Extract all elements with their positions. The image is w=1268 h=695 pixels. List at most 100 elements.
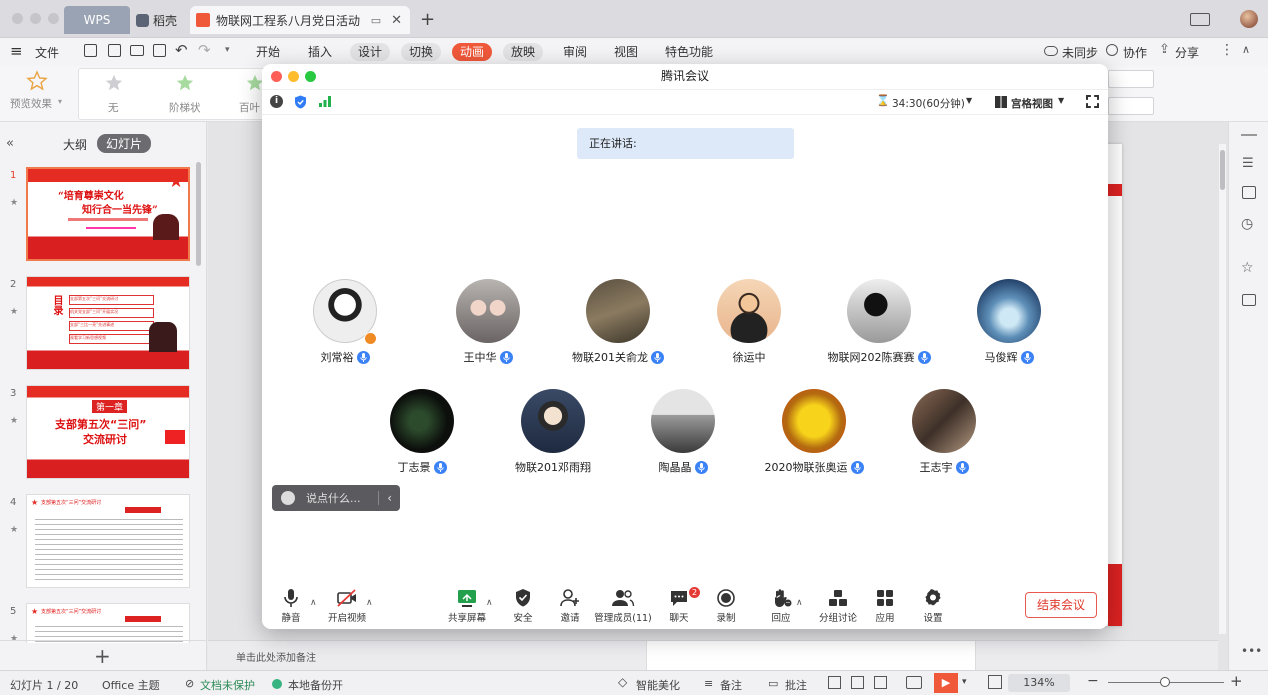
animation-pane-icon[interactable]: ☆	[1241, 260, 1254, 276]
window-close-button[interactable]	[12, 13, 23, 24]
sorter-view-icon[interactable]	[851, 676, 864, 689]
ribbon-tab-features[interactable]: 特色功能	[657, 43, 721, 61]
end-meeting-button[interactable]: 结束会议	[1025, 592, 1097, 618]
window-layout-icon[interactable]	[1190, 13, 1210, 26]
slide-thumbnail-2[interactable]: 目录 支部第五次“三问”交流研讨 机关党支部“三问”开展实况 支部“三比一亮”先…	[26, 276, 190, 370]
print-icon[interactable]	[130, 45, 144, 56]
meeting-timer[interactable]: 34:30(60分钟)	[892, 96, 965, 111]
collapse-panel-icon[interactable]: «	[6, 136, 14, 151]
file-menu[interactable]: 文件	[35, 44, 59, 61]
preview-effect-button[interactable]: 预览效果	[10, 96, 52, 111]
window-minimize-button[interactable]	[30, 13, 41, 24]
new-tab-icon[interactable]: +	[420, 9, 435, 30]
comments-button[interactable]: 批注	[785, 677, 807, 693]
style-icon[interactable]	[1242, 186, 1256, 199]
share-icon[interactable]: ⇪	[1159, 42, 1170, 57]
notes-button[interactable]: 备注	[720, 677, 742, 693]
ribbon-tab-animation[interactable]: 动画	[452, 43, 493, 61]
tab-document[interactable]: 物联网工程系八月党日活动 ▭ ✕	[190, 6, 410, 34]
save-icon[interactable]	[84, 44, 97, 57]
protection-status[interactable]: 文档未保护	[200, 677, 255, 693]
timer-dropdown-icon[interactable]: ▼	[966, 96, 972, 105]
zoom-slider-thumb[interactable]	[1160, 677, 1170, 687]
microphone-icon[interactable]	[433, 460, 447, 474]
more-options-icon[interactable]: ⋮	[1220, 42, 1234, 58]
zoom-in-icon[interactable]: +	[1230, 672, 1243, 690]
participant-tile[interactable]: 2020物联张奥运	[744, 389, 884, 475]
slide-thumbnail-3[interactable]: 第一章 支部第五次“三问” 交流研讨	[26, 385, 190, 479]
option-dropdown-2[interactable]	[1108, 97, 1154, 115]
fullscreen-icon[interactable]	[1086, 95, 1099, 108]
chat-collapse-icon[interactable]: ‹	[378, 491, 400, 505]
add-slide-icon[interactable]: +	[94, 644, 111, 668]
microphone-icon[interactable]	[356, 350, 370, 364]
preview-icon[interactable]	[153, 44, 166, 57]
menu-icon[interactable]: ≡	[10, 42, 23, 60]
notes-area[interactable]: 单击此处添加备注	[208, 640, 1218, 671]
panel-scrollbar[interactable]	[196, 162, 201, 266]
play-dropdown-icon[interactable]: ▾	[962, 677, 967, 687]
microphone-icon[interactable]	[694, 460, 708, 474]
microphone-icon[interactable]	[1020, 350, 1034, 364]
microphone-icon[interactable]	[850, 460, 864, 474]
collaborate-icon[interactable]	[1106, 44, 1118, 56]
view-mode-button[interactable]: 宫格视图	[1011, 96, 1053, 111]
ribbon-tab-slideshow[interactable]: 放映	[503, 43, 544, 61]
effect-none-label[interactable]: 无	[108, 100, 119, 115]
zoom-level[interactable]: 134%	[1008, 674, 1070, 692]
backup-status[interactable]: 本地备份开	[288, 677, 343, 693]
more-sidebar-icon[interactable]: •••	[1241, 644, 1262, 658]
tab-slides[interactable]: 幻灯片	[97, 134, 152, 153]
history-icon[interactable]: ◷	[1241, 216, 1253, 232]
presenter-view-icon[interactable]	[906, 676, 922, 689]
participant-tile[interactable]: 陶晶晶	[613, 389, 753, 475]
view-mode-dropdown-icon[interactable]: ▼	[1058, 96, 1064, 105]
participant-tile[interactable]: 王中华	[418, 279, 558, 365]
option-dropdown-1[interactable]	[1108, 70, 1154, 88]
sidebar-handle[interactable]	[1241, 134, 1257, 136]
participant-tile[interactable]: 刘常裕	[275, 279, 415, 365]
normal-view-icon[interactable]	[828, 676, 841, 689]
participant-tile[interactable]: 马俊辉	[939, 279, 1079, 365]
info-icon[interactable]: i	[270, 95, 283, 108]
window-zoom-button[interactable]	[48, 13, 59, 24]
zoom-out-icon[interactable]: −	[1087, 673, 1099, 689]
grid-view-icon[interactable]	[995, 96, 1007, 108]
ribbon-tab-view[interactable]: 视图	[606, 43, 646, 61]
cloud-sync-icon[interactable]	[1044, 46, 1058, 56]
participant-tile[interactable]: 王志宇	[874, 389, 1014, 475]
slide-thumbnail-1[interactable]: ★ “培育尊崇文化 知行合一当先锋”	[26, 167, 190, 261]
tab-close-icon[interactable]: ✕	[391, 13, 402, 28]
ribbon-tab-transition[interactable]: 切换	[401, 43, 442, 61]
participant-tile[interactable]: 丁志景	[352, 389, 492, 475]
ribbon-tab-review[interactable]: 审阅	[555, 43, 595, 61]
effect-blinds-label[interactable]: 百叶	[239, 100, 260, 115]
ribbon-tab-insert[interactable]: 插入	[300, 43, 340, 61]
network-signal-icon[interactable]	[319, 95, 331, 107]
tab-daoke[interactable]: 稻壳	[136, 6, 177, 34]
tab-screen-icon[interactable]: ▭	[371, 14, 381, 27]
ribbon-tab-home[interactable]: 开始	[248, 43, 288, 61]
participant-tile[interactable]: 物联网202陈赛赛	[809, 279, 949, 365]
reading-view-icon[interactable]	[874, 676, 887, 689]
export-icon[interactable]	[108, 44, 121, 57]
collapse-ribbon-icon[interactable]: ∧	[1242, 43, 1250, 56]
effect-none-icon[interactable]	[104, 73, 124, 93]
effect-ladder-label[interactable]: 阶梯状	[169, 100, 201, 115]
collaborate-button[interactable]: 协作	[1123, 44, 1147, 61]
share-button[interactable]: 分享	[1175, 44, 1199, 61]
tab-outline[interactable]: 大纲	[63, 136, 87, 153]
theme-name[interactable]: Office 主题	[102, 677, 160, 693]
preview-effect-dropdown-icon[interactable]: ▾	[58, 97, 62, 106]
chat-input[interactable]: 说点什么... ‹	[272, 485, 400, 511]
smart-beautify-button[interactable]: 智能美化	[636, 677, 680, 693]
quick-access-dropdown-icon[interactable]: ▾	[225, 45, 230, 55]
fit-window-icon[interactable]	[988, 675, 1002, 689]
settings-button[interactable]: 设置	[898, 588, 968, 624]
microphone-icon[interactable]	[651, 350, 664, 364]
properties-icon[interactable]: ☰	[1242, 156, 1254, 171]
video-options-icon[interactable]: ∧	[366, 598, 373, 608]
participant-tile[interactable]: 物联201关俞龙	[548, 279, 688, 365]
slide-thumbnail-4[interactable]: ★ 支部第五次“三问”交流研讨	[26, 494, 190, 588]
react-options-icon[interactable]: ∧	[796, 598, 803, 608]
